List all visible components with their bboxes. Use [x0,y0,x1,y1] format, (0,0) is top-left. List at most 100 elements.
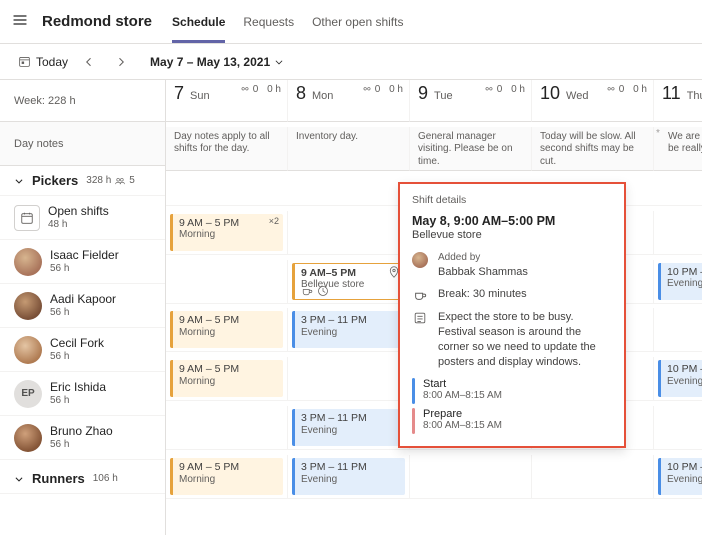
day-people: 0 [619,84,625,95]
person-row-eric[interactable]: EP Eric Ishida 56 h [0,372,165,416]
shift-bruno-thu[interactable]: 10 PM – 6 AM Evening [658,458,702,495]
day-people: 0 [253,84,259,95]
shift-label: Evening [667,278,702,290]
shift-label: Morning [179,474,277,486]
empty-cell[interactable] [654,406,702,450]
day-number: 9 [418,83,428,104]
day-notes-label: Day notes [0,122,165,166]
day-header-wed[interactable]: 10Wed 0 0 h [532,80,654,122]
shift-eric-mon[interactable]: 3 PM – 11 PM Evening [292,409,405,446]
day-note-thu[interactable]: *We are expecting to be really busy. [654,127,702,171]
person-row-isaac[interactable]: Isaac Fielder 56 h [0,240,165,284]
day-header-thu[interactable]: 11Thu [654,80,702,122]
people-icon [362,85,372,95]
empty-cell[interactable] [166,406,288,450]
day-number: 8 [296,83,306,104]
group-runners-header[interactable]: Runners 106 h [0,464,165,494]
shift-aadi-sun[interactable]: 9 AM – 5 PM Morning [170,311,283,348]
shift-time: 10 PM – 6 AM [667,363,702,376]
day-dow: Sun [190,90,210,102]
person-hours: 56 h [50,351,104,363]
group-pickers-people: 5 [129,175,135,186]
group-runners-name: Runners [32,471,85,486]
avatar: EP [14,380,42,408]
shift-bruno-mon[interactable]: 3 PM – 11 PM Evening [292,458,405,495]
person-hours: 56 h [50,395,106,407]
day-dow: Tue [434,90,453,102]
today-button[interactable]: Today [18,55,68,69]
store-title: Redmond store [42,13,152,30]
shift-time: 9 AM – 5 PM [179,461,277,474]
group-pickers-header[interactable]: Pickers 328 h 5 [0,166,165,196]
shift-time: 10 PM – 6 AM [667,461,702,474]
popover-header: Shift details [412,194,612,206]
day-header-mon[interactable]: 8Mon 0 0 h [288,80,410,122]
group-pickers-name: Pickers [32,173,78,188]
person-row-cecil[interactable]: Cecil Fork 56 h [0,328,165,372]
break-icon [301,285,313,297]
shift-isaac-mon-selected[interactable]: 9 AM–5 PM Bellevue store [292,263,405,300]
shift-bruno-sun[interactable]: 9 AM – 5 PM Morning [170,458,283,495]
note-asterisk: * [656,128,660,141]
tab-schedule[interactable]: Schedule [172,0,225,43]
open-shift-sun[interactable]: 9 AM – 5 PM Morning ×2 [170,214,283,251]
empty-cell[interactable] [654,211,702,255]
day-note-tue[interactable]: General manager visiting. Please be on t… [410,127,532,171]
day-note-wed[interactable]: Today will be slow. All second shifts ma… [532,127,654,171]
shift-time: 9 AM – 5 PM [179,217,277,230]
note-icon [412,310,428,325]
empty-cell[interactable] [410,455,532,499]
shift-time: 3 PM – 11 PM [301,412,399,425]
person-name: Aadi Kapoor [50,293,116,307]
day-header-sun[interactable]: 7Sun 0 0 h [166,80,288,122]
shift-isaac-thu[interactable]: 10 PM – 6 AM Evening [658,263,702,300]
shift-time: 10 PM – 6 AM [667,266,702,279]
day-note-sun[interactable]: Day notes apply to all shifts for the da… [166,127,288,171]
person-name: Cecil Fork [50,337,104,351]
person-hours: 56 h [50,439,113,451]
person-row-bruno[interactable]: Bruno Zhao 56 h [0,416,165,460]
day-note-mon[interactable]: Inventory day. [288,127,410,171]
break-text: Break: 30 minutes [438,287,527,302]
day-header-tue[interactable]: 9Tue 0 0 h [410,80,532,122]
activity-name: Start [423,378,502,390]
open-shifts-label: Open shifts [48,205,109,219]
shift-aadi-mon[interactable]: 3 PM – 11 PM Evening [292,311,405,348]
empty-cell[interactable] [288,357,410,401]
shift-cecil-thu[interactable]: 10 PM – 6 AM Evening [658,360,702,397]
chevron-down-icon [274,57,284,67]
avatar [14,424,42,452]
added-by-name: Babbak Shammas [438,266,528,278]
avatar [14,248,42,276]
break-icon [412,287,428,302]
date-range-picker[interactable]: May 7 – May 13, 2021 [150,55,284,69]
people-icon [606,85,616,95]
date-range-label: May 7 – May 13, 2021 [150,55,270,69]
person-name: Bruno Zhao [50,425,113,439]
popover-title: May 8, 9:00 AM–5:00 PM [412,214,612,228]
menu-icon[interactable] [12,12,28,31]
prev-week-button[interactable] [78,51,100,73]
note-text: Expect the store to be busy. Festival se… [438,310,612,369]
activity-color-bar [412,408,415,434]
empty-cell[interactable] [166,260,288,304]
people-icon [240,85,250,95]
avatar [412,251,428,268]
person-hours: 56 h [50,307,116,319]
shift-time: 3 PM – 11 PM [301,461,399,474]
today-label: Today [36,55,68,69]
shift-label: Evening [301,327,399,339]
day-people: 0 [497,84,503,95]
next-week-button[interactable] [110,51,132,73]
empty-cell[interactable] [654,308,702,352]
person-row-aadi[interactable]: Aadi Kapoor 56 h [0,284,165,328]
empty-cell[interactable] [288,211,410,255]
shift-cecil-sun[interactable]: 9 AM – 5 PM Morning [170,360,283,397]
tab-open-shifts[interactable]: Other open shifts [312,0,403,43]
empty-cell[interactable] [532,455,654,499]
day-hours: 0 h [267,84,281,95]
tab-requests[interactable]: Requests [243,0,294,43]
added-by-label: Added by [438,251,528,265]
open-shifts-row[interactable]: Open shifts 48 h [0,196,165,240]
day-hours: 0 h [633,84,647,95]
